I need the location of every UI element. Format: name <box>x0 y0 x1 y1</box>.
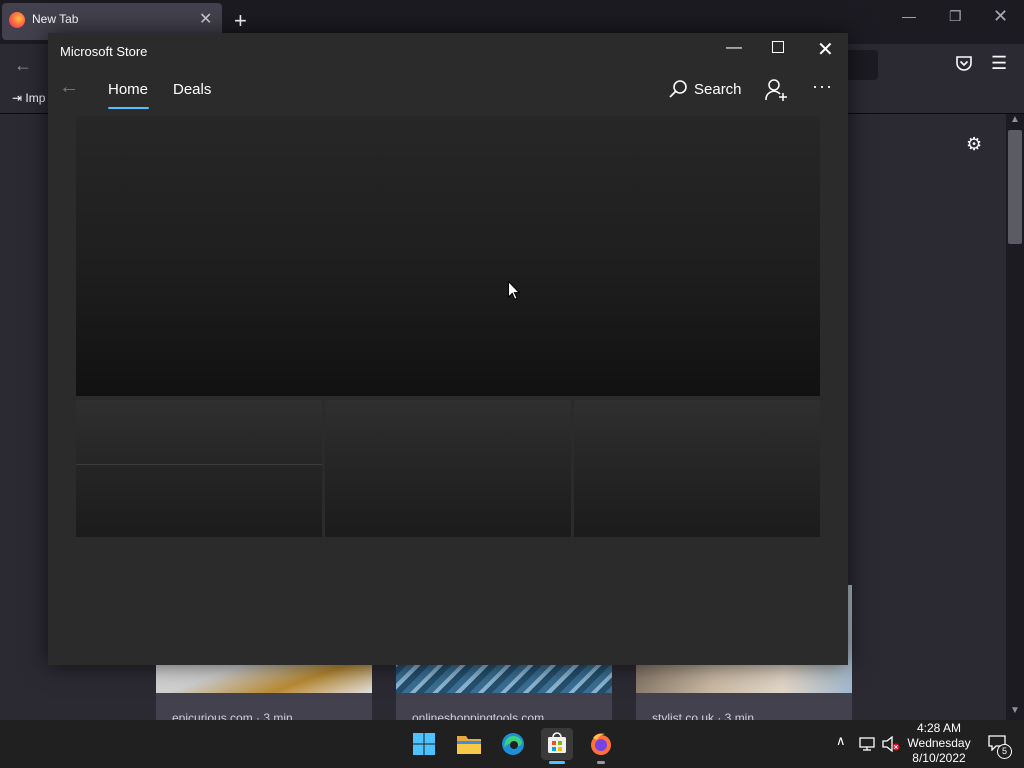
search-icon <box>669 80 687 98</box>
maximize-icon[interactable] <box>772 41 784 53</box>
tab-home[interactable]: Home <box>108 81 148 98</box>
account-add-icon[interactable] <box>764 78 788 102</box>
featured-tile[interactable] <box>325 400 571 537</box>
firefox-minimize-icon[interactable]: ― <box>902 8 916 24</box>
windows-start-icon[interactable] <box>408 728 440 760</box>
system-clock[interactable]: 4:28 AM Wednesday 8/10/2022 <box>906 721 972 766</box>
tile-divider <box>76 464 322 465</box>
featured-tile[interactable] <box>76 400 322 537</box>
active-tab-indicator <box>108 107 149 109</box>
firefox-close-icon[interactable]: ✕ <box>993 6 1008 27</box>
notification-count-badge: 5 <box>997 744 1012 759</box>
more-icon[interactable]: ··· <box>812 76 833 97</box>
firefox-url-bar[interactable] <box>846 50 878 80</box>
firefox-back-arrow-icon[interactable]: ← <box>14 55 32 76</box>
scrollbar-thumb[interactable] <box>1008 130 1022 244</box>
firefox-restore-icon[interactable]: ❐ <box>949 8 962 25</box>
import-bookmarks-button[interactable]: ⇥ Imp <box>12 91 45 105</box>
import-icon: ⇥ <box>12 91 26 105</box>
clock-time: 4:28 AM <box>916 721 962 735</box>
pocket-icon[interactable] <box>955 54 973 72</box>
clock-day: Wednesday <box>907 736 971 750</box>
clock-date: 8/10/2022 <box>912 751 966 765</box>
tab-title: New Tab <box>32 12 79 26</box>
featured-tile[interactable] <box>574 400 820 537</box>
file-explorer-icon[interactable] <box>453 728 485 760</box>
gear-icon[interactable]: ⚙ <box>966 134 982 155</box>
running-app-indicator <box>597 761 605 764</box>
hamburger-menu-icon[interactable]: ☰ <box>991 53 1007 74</box>
firefox-icon[interactable] <box>585 728 617 760</box>
close-icon[interactable]: ✕ <box>817 37 834 62</box>
mouse-cursor-icon <box>508 281 520 300</box>
show-hidden-icons-chevron-icon[interactable]: ∧ <box>836 733 846 749</box>
edge-icon[interactable] <box>497 728 529 760</box>
search-label: Search <box>694 81 742 98</box>
minimize-icon[interactable]: ― <box>726 39 742 57</box>
tab-close-icon[interactable]: ✕ <box>199 9 212 29</box>
active-app-indicator <box>549 761 565 764</box>
story-source: stylist.co.uk · 3 min <box>652 711 755 720</box>
network-icon[interactable] <box>859 737 875 751</box>
import-label: Imp <box>25 91 46 105</box>
firefox-logo-icon <box>9 12 25 28</box>
scroll-up-arrow-icon[interactable]: ▲ <box>1010 114 1020 125</box>
microsoft-store-icon[interactable] <box>541 728 573 760</box>
window-title: Microsoft Store <box>60 44 148 59</box>
scroll-down-arrow-icon[interactable]: ▼ <box>1010 705 1020 716</box>
back-arrow-icon[interactable]: ← <box>59 76 79 99</box>
story-source: onlineshoppingtools.com <box>412 711 545 720</box>
new-tab-button[interactable]: + <box>234 8 247 34</box>
story-source: epicurious.com · 3 min <box>172 711 293 720</box>
tab-deals[interactable]: Deals <box>173 81 211 98</box>
hero-banner[interactable] <box>76 116 820 396</box>
microsoft-store-window: Microsoft Store ― ✕ ← Home Deals Search … <box>48 33 848 665</box>
volume-muted-icon[interactable] <box>882 736 900 752</box>
